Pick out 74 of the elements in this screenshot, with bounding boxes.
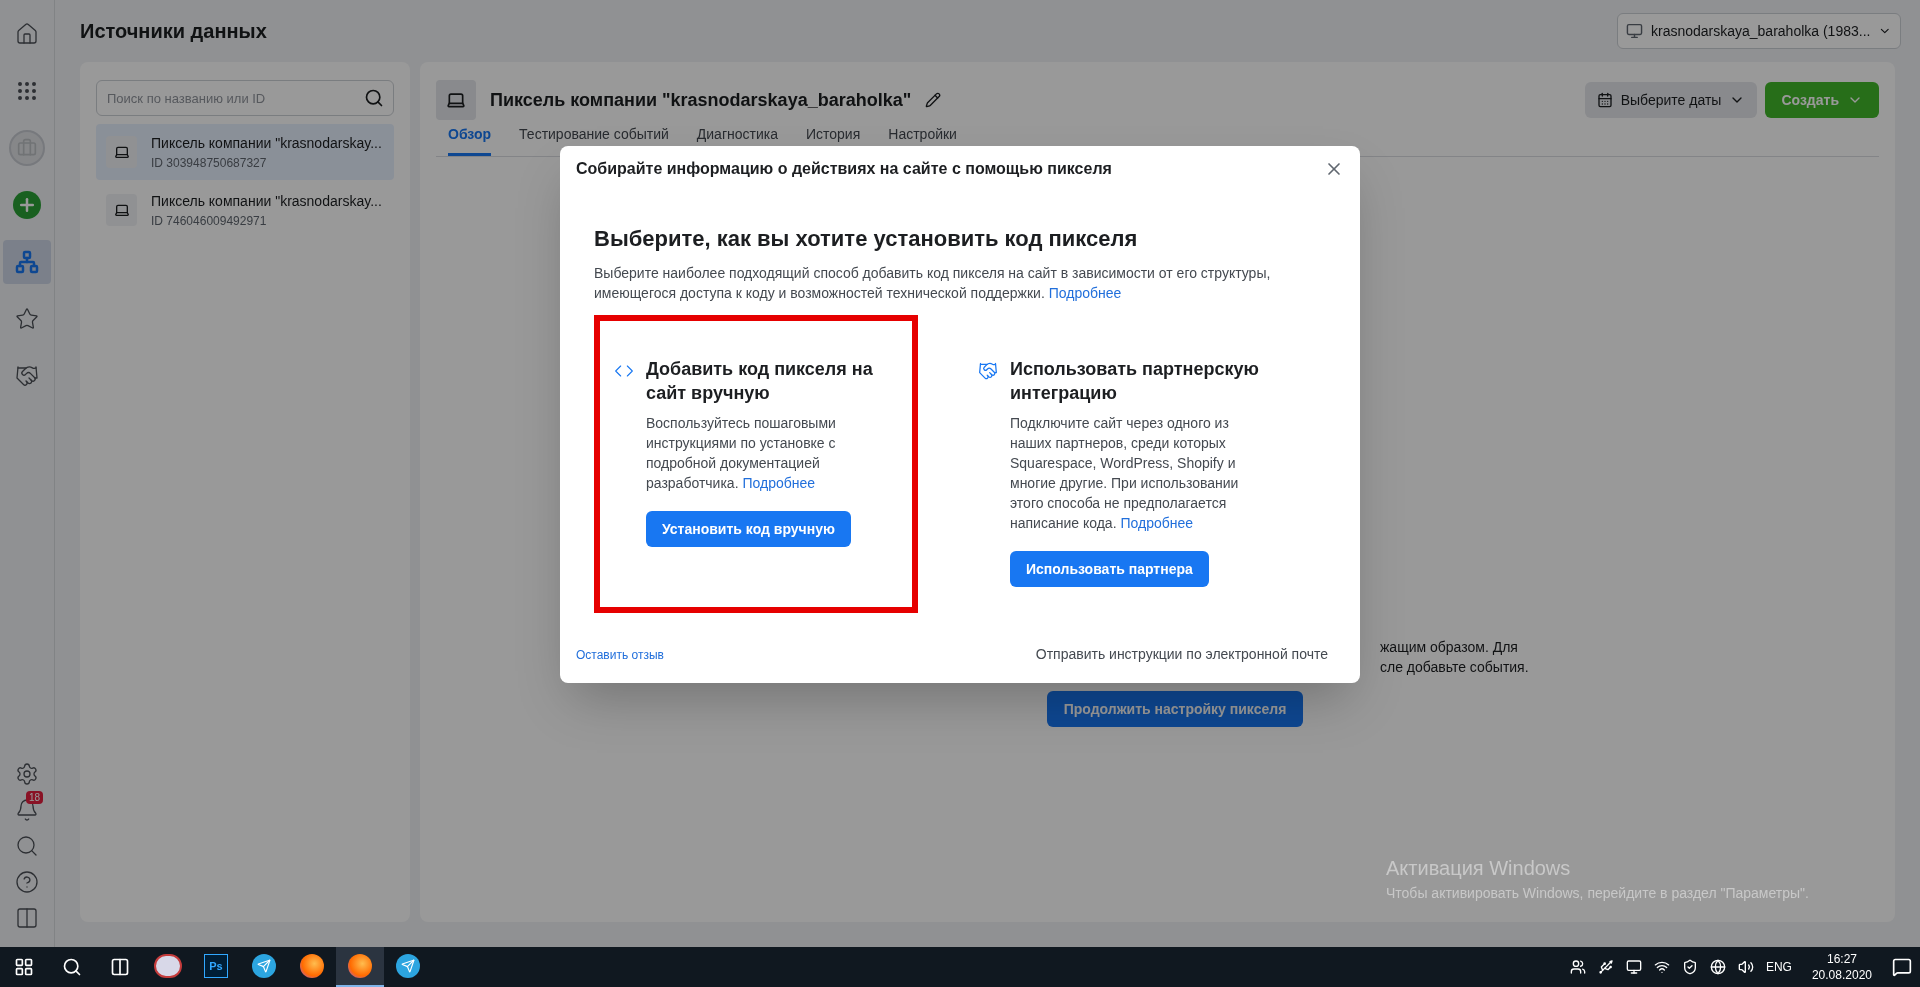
star-icon xyxy=(15,307,39,331)
usb-icon[interactable] xyxy=(1597,959,1614,975)
network-icon xyxy=(15,250,39,274)
modal-title: Собирайте информацию о действиях на сайте с помощью пикселя xyxy=(576,159,1112,179)
more-link[interactable]: Подробнее xyxy=(742,475,816,491)
tab[interactable]: Диагностика xyxy=(696,124,778,156)
option-button[interactable]: Установить код вручную xyxy=(646,511,851,547)
edit-icon[interactable] xyxy=(925,92,942,108)
laptop-icon xyxy=(106,194,137,226)
more-link[interactable]: Подробнее xyxy=(1120,515,1194,531)
window-icon xyxy=(1626,21,1643,41)
people-icon[interactable] xyxy=(1569,959,1586,975)
app-icon xyxy=(154,954,182,978)
telegram-icon xyxy=(252,954,276,978)
option-title: Использовать партнерскую интеграцию xyxy=(1010,358,1260,405)
plus-icon xyxy=(13,191,41,219)
firefox-icon xyxy=(300,954,324,978)
option-button[interactable]: Использовать партнера xyxy=(1010,551,1209,587)
taskbar-app[interactable]: Ps xyxy=(192,947,240,987)
modal-heading: Выберите, как вы хотите установить код пикселя xyxy=(594,225,1139,253)
pixel-title: Пиксель компании "krasnodarskaya_baraholka" xyxy=(490,88,912,112)
notification-badge: 18 xyxy=(25,791,43,804)
wifi-icon[interactable] xyxy=(1653,959,1670,975)
globe-icon[interactable] xyxy=(1709,959,1726,975)
source-name: Пиксель компании "krasnodarskay... xyxy=(151,191,382,211)
clock[interactable]: 16:27 20.08.2020 xyxy=(1803,951,1880,983)
home-icon xyxy=(15,22,39,46)
tab[interactable]: Тестирование событий xyxy=(519,124,669,156)
account-avatar xyxy=(9,130,45,166)
body-text: сле добавьте события. xyxy=(1380,658,1530,677)
continue-button[interactable]: Продолжить настройку пикселя xyxy=(1047,691,1303,727)
notifications-icon[interactable] xyxy=(1892,957,1912,977)
option-text: Воспользуйтесь пошаговыми инструкциями по установке с подробной документацией разработчика. Подробнее xyxy=(646,414,837,493)
help-icon xyxy=(15,870,39,894)
shield-icon[interactable] xyxy=(1681,959,1698,975)
language-indicator[interactable]: ENG xyxy=(1765,958,1792,976)
calendar-icon xyxy=(1596,92,1613,108)
more-link[interactable]: Подробнее xyxy=(1048,285,1122,301)
source-id: ID 746046009492971 xyxy=(151,212,268,230)
taskbar-app[interactable] xyxy=(336,947,384,987)
email-link[interactable]: Отправить инструкции по электронной почте xyxy=(1035,644,1344,665)
feedback-link[interactable]: Оставить отзыв xyxy=(576,645,664,664)
body-text: жащим образом. Для xyxy=(1380,638,1519,657)
windows-icon xyxy=(14,957,34,977)
page-title: Источники данных xyxy=(80,19,267,44)
panel-icon xyxy=(15,906,39,930)
search-field[interactable]: Поиск по названию или ID xyxy=(96,80,394,116)
tab[interactable]: История xyxy=(806,124,861,156)
tab[interactable]: Обзор xyxy=(448,124,492,156)
source-id: ID 303948750687327 xyxy=(151,154,268,172)
tab[interactable]: Настройки xyxy=(888,124,957,156)
modal-description: Выберите наиболее подходящий способ добавить код пикселя на сайт в зависимости от его структуры, имеющегося доступа к коду и возможностей технической поддержки. Подробнее xyxy=(594,264,1272,303)
grid-icon xyxy=(15,79,39,103)
firefox-icon xyxy=(348,954,372,978)
date-button[interactable]: Выберите даты xyxy=(1584,82,1758,118)
option-text: Подключите сайт через одного из наших партнеров, среди которых Squarespace, WordPress, Shopify и многие другие. При использовании этого способа не предполагается написание кода. Подробнее xyxy=(1010,414,1240,533)
volume-icon[interactable] xyxy=(1737,959,1754,975)
photoshop-icon: Ps xyxy=(204,954,228,978)
handshake-icon xyxy=(15,364,39,388)
source-item[interactable]: Пиксель компании "krasnodarskay... ID 303948750687327 xyxy=(96,124,394,180)
option-title: Добавить код пикселя на сайт вручную xyxy=(646,358,874,405)
settings-icon xyxy=(15,762,39,786)
laptop-icon xyxy=(106,136,137,168)
telegram-icon xyxy=(396,954,420,978)
search-icon xyxy=(62,957,82,977)
handshake-icon xyxy=(978,361,998,381)
search-icon xyxy=(15,834,39,858)
account-selector[interactable]: krasnodarskaya_baraholka (1983... xyxy=(1617,13,1901,49)
laptop-icon xyxy=(436,80,476,120)
search-icon xyxy=(364,88,384,108)
source-item[interactable]: Пиксель компании "krasnodarskay... ID 746046009492971 xyxy=(96,182,394,238)
monitor-icon[interactable] xyxy=(1625,959,1642,975)
task-view-icon xyxy=(110,957,130,977)
source-name: Пиксель компании "krasnodarskay... xyxy=(151,133,382,153)
